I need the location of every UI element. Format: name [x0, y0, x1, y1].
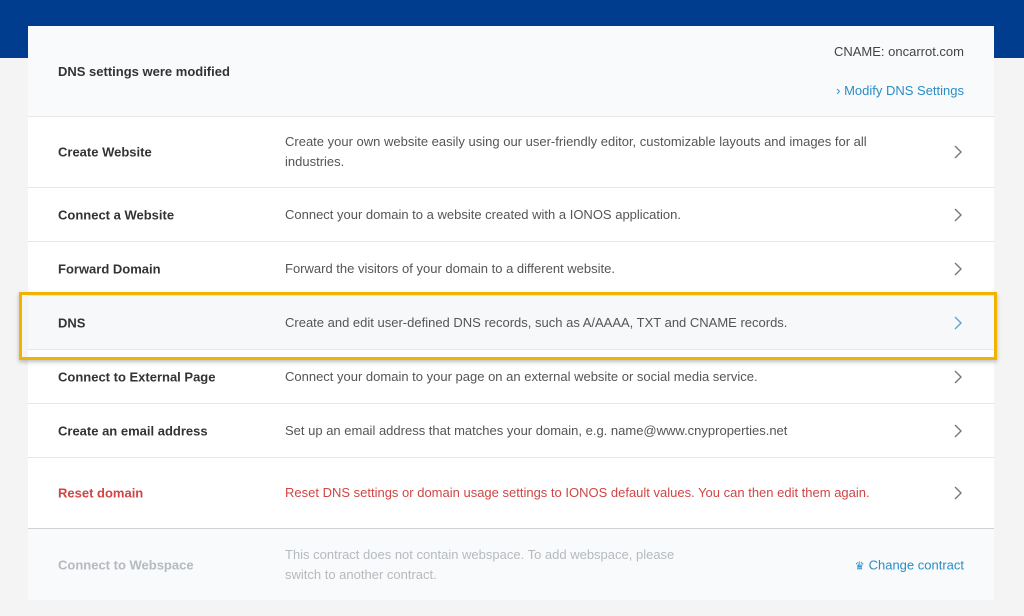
- option-reset-domain[interactable]: Reset domain Reset DNS settings or domai…: [28, 458, 994, 529]
- change-contract-link[interactable]: ♛ Change contract: [855, 557, 964, 572]
- option-title: Connect a Website: [58, 207, 175, 222]
- option-connect-external-page[interactable]: Connect to External Page Connect your do…: [28, 350, 994, 404]
- chevron-right-icon: [954, 145, 962, 159]
- option-create-website[interactable]: Create Website Create your own website e…: [28, 117, 994, 188]
- option-description: Connect your domain to your page on an e…: [285, 368, 758, 384]
- dns-status-row: DNS settings were modified CNAME: oncarr…: [28, 26, 994, 117]
- option-title: Connect to Webspace: [58, 557, 194, 572]
- option-title: Reset domain: [58, 485, 144, 501]
- domain-usage-card: DNS settings were modified CNAME: oncarr…: [28, 26, 994, 600]
- chevron-right-icon: [954, 370, 962, 383]
- cname-value: CNAME: oncarrot.com: [833, 44, 964, 59]
- option-forward-domain[interactable]: Forward Domain Forward the visitors of y…: [28, 242, 994, 296]
- crown-icon: ♛: [854, 560, 865, 572]
- chevron-right-icon: [954, 262, 962, 275]
- option-connect-website[interactable]: Connect a Website Connect your domain to…: [28, 188, 994, 242]
- option-create-email[interactable]: Create an email address Set up an email …: [28, 404, 994, 458]
- modify-dns-settings-label: Modify DNS Settings: [844, 83, 964, 98]
- option-description: Create your own website easily using our…: [285, 134, 867, 169]
- chevron-right-icon: ›: [836, 83, 841, 98]
- option-description: This contract does not contain webspace.…: [285, 546, 675, 582]
- dns-status-title: DNS settings were modified: [58, 64, 230, 79]
- option-description: Connect your domain to a website created…: [285, 206, 681, 222]
- option-connect-webspace: Connect to Webspace This contract does n…: [28, 529, 994, 600]
- option-title: Create Website: [58, 144, 152, 160]
- chevron-right-icon: [954, 486, 962, 500]
- option-description: Forward the visitors of your domain to a…: [285, 260, 615, 276]
- option-title: Forward Domain: [58, 261, 161, 276]
- option-description: Reset DNS settings or domain usage setti…: [285, 485, 870, 500]
- modify-dns-settings-link[interactable]: › Modify DNS Settings: [836, 83, 964, 98]
- chevron-right-icon: [954, 424, 962, 437]
- chevron-right-icon: [954, 316, 962, 329]
- option-title: Connect to External Page: [58, 369, 216, 384]
- option-description: Create and edit user-defined DNS records…: [285, 314, 788, 330]
- option-title: DNS: [58, 315, 86, 330]
- option-title: Create an email address: [58, 423, 208, 438]
- option-dns[interactable]: DNS Create and edit user-defined DNS rec…: [28, 296, 994, 350]
- change-contract-label: Change contract: [868, 557, 964, 572]
- chevron-right-icon: [954, 208, 962, 221]
- option-description: Set up an email address that matches you…: [285, 422, 788, 438]
